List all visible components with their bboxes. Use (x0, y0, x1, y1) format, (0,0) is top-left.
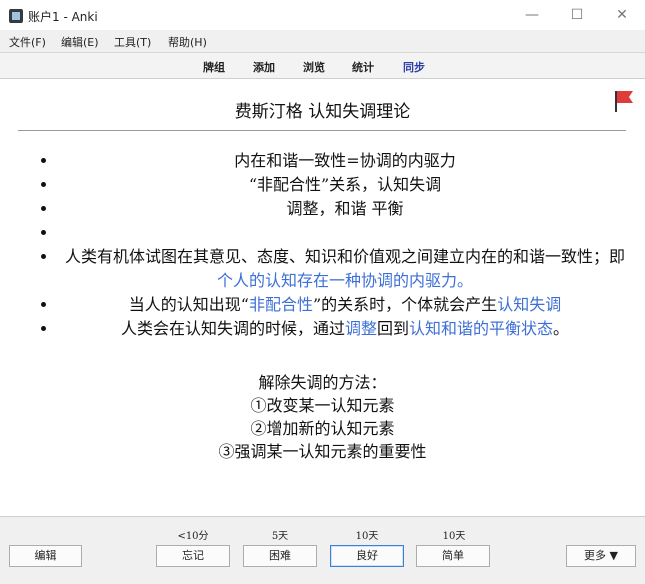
bullet-list: 内在和谐一致性=协调的内驱力 “非配合性”关系，认知失调 调整，和谐 平衡 人类… (22, 149, 632, 341)
interval-again: <10分 (177, 531, 209, 542)
toolbar-add-link[interactable]: 添加 (253, 59, 275, 75)
toolbar-browse-link[interactable]: 浏览 (303, 59, 325, 75)
toolbar-sync-link[interactable]: 同步 (403, 59, 425, 75)
minimize-button[interactable]: — (512, 4, 552, 26)
list-item (58, 221, 632, 245)
highlight-text: 认知失调 (497, 295, 562, 314)
list-item: 人类会在认知失调的时候，通过调整回到认知和谐的平衡状态。 (58, 317, 632, 341)
menu-edit[interactable]: 编辑(E) (61, 34, 99, 50)
card-title: 费斯汀格 认知失调理论 (234, 102, 411, 122)
highlight-text: 调整 (344, 319, 377, 338)
interval-good: 10天 (355, 531, 379, 542)
close-button[interactable]: ✕ (602, 4, 642, 26)
method-item: ②增加新的认知元素 (250, 419, 395, 438)
list-item: 调整，和谐 平衡 (58, 197, 632, 221)
again-button[interactable]: 忘记 (156, 545, 230, 567)
main-toolbar: 牌组 添加 浏览 统计 同步 (0, 52, 645, 79)
toolbar-stats-link[interactable]: 统计 (352, 59, 374, 75)
maximize-button[interactable]: ☐ (557, 4, 597, 26)
edit-button[interactable]: 编辑 (9, 545, 82, 567)
list-item: 人类有机体试图在其意见、态度、知识和价值观之间建立内在的和谐一致性；即个人的认知… (58, 245, 632, 293)
highlight-text: 个人的认知存在一种协调的内驱力。 (216, 271, 473, 290)
interval-easy: 10天 (442, 531, 466, 542)
menu-tools[interactable]: 工具(T) (114, 34, 151, 50)
window-title: 账户1 - Anki (28, 10, 98, 24)
menu-bar: 文件(F) 编辑(E) 工具(T) 帮助(H) (0, 30, 645, 52)
list-item: 内在和谐一致性=协调的内驱力 (58, 149, 632, 173)
method-item: ①改变某一认知元素 (250, 396, 395, 415)
answer-bar: <10分 5天 10天 10天 编辑 忘记 困难 良好 简单 更多 ▼ (0, 516, 645, 584)
method-item: ③强调某一认知元素的重要性 (218, 442, 427, 461)
hard-button[interactable]: 困难 (243, 545, 317, 567)
interval-hard: 5天 (271, 531, 289, 542)
anki-app-icon (9, 9, 23, 23)
highlight-text: 非配合性 (248, 295, 313, 314)
menu-help[interactable]: 帮助(H) (168, 34, 207, 50)
highlight-text: 认知和谐的平衡状态 (409, 319, 554, 338)
good-button[interactable]: 良好 (330, 545, 404, 567)
window-titlebar: 账户1 - Anki — ☐ ✕ (0, 0, 645, 30)
easy-button[interactable]: 简单 (416, 545, 490, 567)
divider (18, 130, 626, 131)
card-view: 费斯汀格 认知失调理论 内在和谐一致性=协调的内驱力 “非配合性”关系，认知失调… (0, 79, 645, 516)
menu-file[interactable]: 文件(F) (9, 34, 46, 50)
method-section: 解除失调的方法： ①改变某一认知元素 ②增加新的认知元素 ③强调某一认知元素的重… (0, 371, 645, 463)
more-button[interactable]: 更多 ▼ (566, 545, 636, 567)
list-item: “非配合性”关系，认知失调 (58, 173, 632, 197)
list-item: 当人的认知出现“非配合性”的关系时，个体就会产生认知失调 (58, 293, 632, 317)
toolbar-decks-link[interactable]: 牌组 (203, 59, 225, 75)
method-heading: 解除失调的方法： (258, 373, 387, 392)
